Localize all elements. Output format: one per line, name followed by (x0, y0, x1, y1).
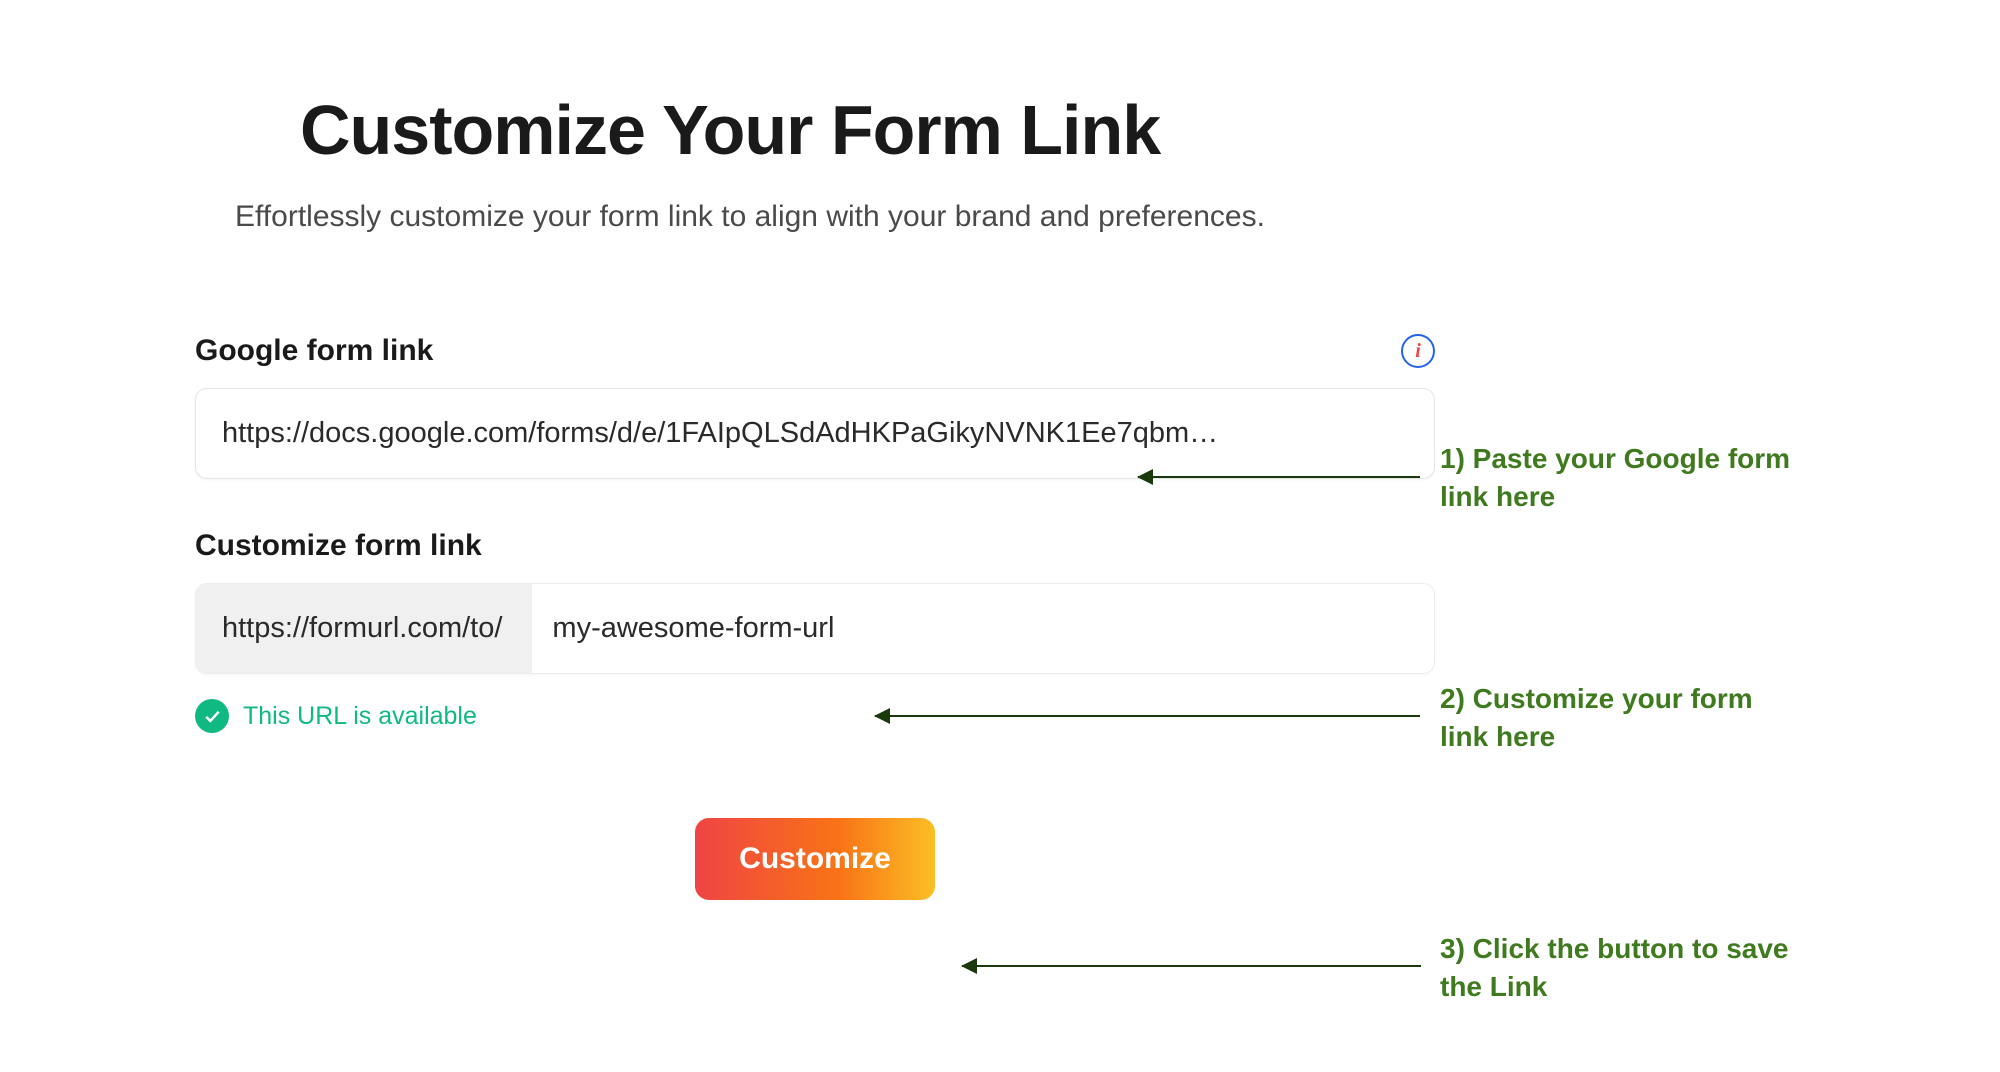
annotation-step-3: 3) Click the button to save the Link (1440, 930, 1800, 1006)
customize-link-label: Customize form link (195, 529, 482, 563)
google-form-link-input[interactable] (195, 388, 1435, 479)
annotation-step-2: 2) Customize your form link here (1440, 680, 1800, 756)
annotation-arrow-1 (1138, 476, 1420, 478)
annotation-step-1: 1) Paste your Google form link here (1440, 440, 1800, 516)
custom-slug-input[interactable] (532, 584, 1434, 673)
check-circle-icon (195, 699, 229, 733)
customize-button[interactable]: Customize (695, 818, 935, 900)
page-subtitle: Effortlessly customize your form link to… (235, 200, 2000, 234)
page-title: Customize Your Form Link (300, 90, 2000, 170)
annotation-arrow-2 (875, 715, 1420, 717)
url-prefix: https://formurl.com/to/ (196, 584, 532, 673)
annotation-arrow-3 (962, 965, 1421, 967)
availability-text: This URL is available (243, 702, 477, 731)
info-icon[interactable]: i (1401, 334, 1435, 368)
google-link-label: Google form link (195, 334, 433, 368)
